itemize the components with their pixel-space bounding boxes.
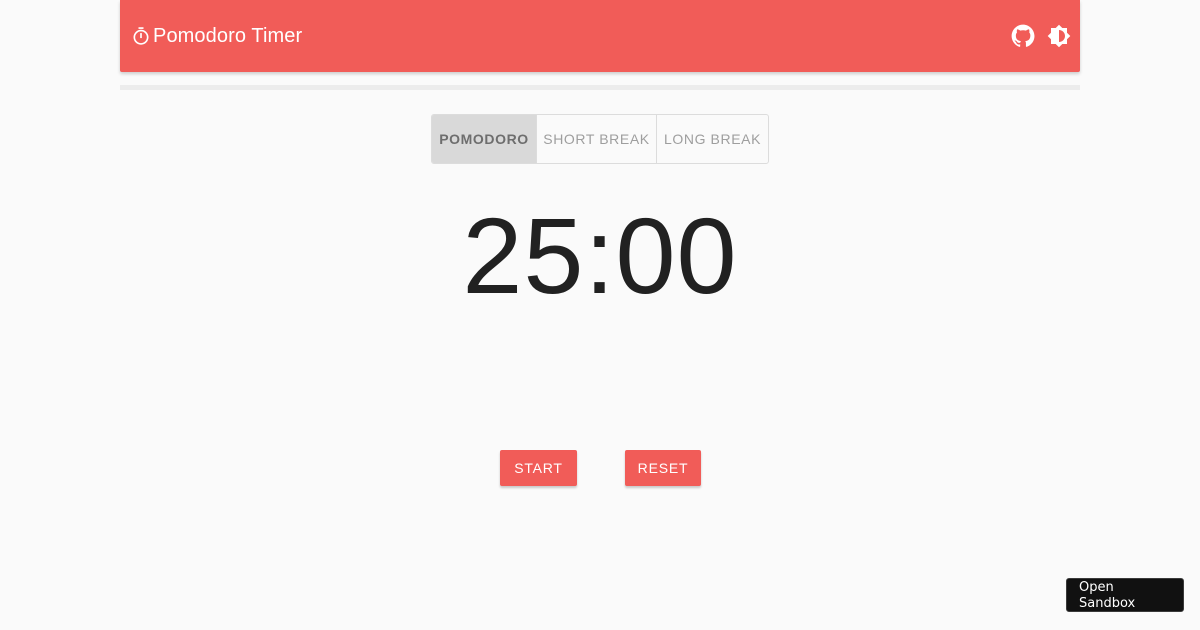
- timer-display: 25:00: [462, 195, 738, 316]
- mode-tabs: POMODORO SHORT BREAK LONG BREAK: [431, 114, 769, 164]
- reset-button[interactable]: RESET: [625, 450, 701, 486]
- app-title: Pomodoro Timer: [153, 24, 303, 47]
- tab-short-break[interactable]: SHORT BREAK: [537, 115, 657, 163]
- start-button[interactable]: START: [500, 450, 577, 486]
- timer-icon: [130, 25, 152, 47]
- pomodoro-app: Pomodoro Timer POMODORO SHORT BREAK LONG…: [0, 0, 1200, 630]
- timer-progress-bar: [120, 85, 1080, 90]
- tab-long-break[interactable]: LONG BREAK: [657, 115, 768, 163]
- open-sandbox-button[interactable]: Open Sandbox: [1066, 578, 1184, 612]
- app-header: Pomodoro Timer: [120, 0, 1080, 72]
- header-actions: [1010, 23, 1072, 49]
- brand: Pomodoro Timer: [130, 25, 302, 48]
- brightness-icon[interactable]: [1046, 23, 1072, 49]
- github-icon[interactable]: [1010, 23, 1036, 49]
- tab-pomodoro[interactable]: POMODORO: [432, 115, 537, 163]
